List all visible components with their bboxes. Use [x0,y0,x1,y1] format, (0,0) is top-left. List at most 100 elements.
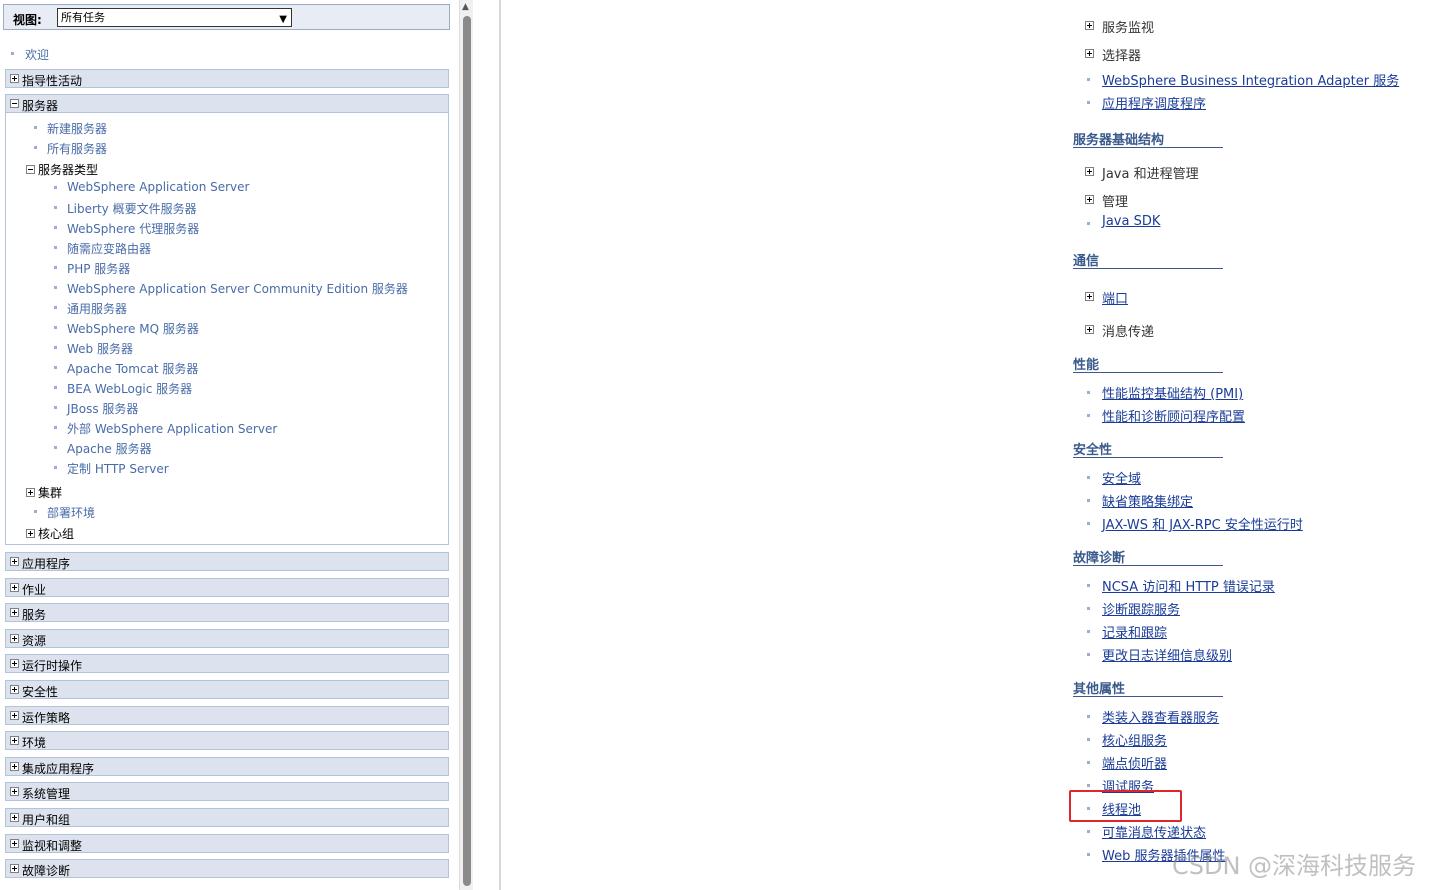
nav-scrollbar-thumb[interactable] [463,16,471,886]
expand-plus-icon[interactable] [1085,195,1094,204]
nav-category[interactable]: 故障诊断 [5,859,449,878]
bullet-icon [54,306,57,309]
nav-category[interactable]: 集成应用程序 [5,757,449,776]
nav-server-type-link[interactable]: BEA WebLogic 服务器 [67,380,192,397]
nav-server-type-link[interactable]: PHP 服务器 [67,260,130,277]
scroll-up-arrow-icon[interactable]: ▲ [462,2,469,12]
category-label: 运作策略 [22,711,71,725]
nav-category[interactable]: 应用程序 [5,552,449,571]
nav-welcome-link[interactable]: 欢迎 [25,46,49,63]
bullet-icon [1087,630,1090,633]
collapse-minus-icon[interactable] [10,99,19,108]
expand-plus-icon[interactable] [10,736,19,745]
view-select[interactable]: 所有任务 ▼ [57,8,292,27]
content-link[interactable]: 安全域 [1102,468,1141,487]
nav-server-type-link[interactable]: WebSphere Application Server Community E… [67,280,408,297]
nav-category[interactable]: 运作策略 [5,706,449,725]
content-expand-item[interactable]: 选择器 [1102,45,1141,64]
content-link[interactable]: 应用程序调度程序 [1102,93,1206,112]
expand-plus-icon[interactable] [26,488,35,497]
expand-plus-icon[interactable] [10,685,19,694]
nav-scrollbar[interactable]: ▲ [459,0,473,890]
nav-server-types-label[interactable]: 服务器类型 [38,161,98,178]
content-link[interactable]: 性能监控基础结构 (PMI) [1102,383,1243,402]
expand-plus-icon[interactable] [10,813,19,822]
content-expand-item[interactable]: 消息传递 [1102,321,1154,340]
bullet-icon [1087,476,1090,479]
expand-plus-icon[interactable] [10,762,19,771]
content-link[interactable]: Java SDK [1102,214,1160,229]
nav-server-type-link[interactable]: 外部 WebSphere Application Server [67,420,277,437]
nav-clusters-label[interactable]: 集群 [38,484,62,501]
content-frame: 服务监视选择器 WebSphere Business Integration Ad… [502,0,1440,890]
expand-plus-icon[interactable] [1085,292,1094,301]
nav-server-type-link[interactable]: WebSphere MQ 服务器 [67,320,199,337]
collapse-minus-icon[interactable] [26,165,35,174]
nav-server-type-link[interactable]: Web 服务器 [67,340,133,357]
expand-plus-icon[interactable] [10,634,19,643]
nav-new-server-link[interactable]: 新建服务器 [47,120,107,137]
expand-plus-icon[interactable] [10,74,19,83]
nav-category-guided-activities[interactable]: 指导性活动 [5,69,449,88]
expand-plus-icon[interactable] [10,583,19,592]
content-link[interactable]: 可靠消息传递状态 [1102,822,1206,841]
content-link[interactable]: JAX-WS 和 JAX-RPC 安全性运行时 [1102,514,1303,533]
content-link[interactable]: 端点侦听器 [1102,753,1167,772]
content-link[interactable]: 缺省策略集绑定 [1102,491,1193,510]
expand-plus-icon[interactable] [1085,167,1094,176]
nav-deployment-env-link[interactable]: 部署环境 [47,504,95,521]
nav-category[interactable]: 监视和调整 [5,834,449,853]
content-expand-item[interactable]: Java 和进程管理 [1102,163,1199,182]
nav-server-type-link[interactable]: Liberty 概要文件服务器 [67,200,197,217]
category-label: 应用程序 [22,557,71,571]
nav-core-groups-label[interactable]: 核心组 [38,525,74,542]
nav-category-servers[interactable]: 服务器 [5,94,449,113]
expand-plus-icon[interactable] [26,529,35,538]
expand-plus-icon[interactable] [10,864,19,873]
nav-category[interactable]: 系统管理 [5,782,449,801]
nav-all-servers-link[interactable]: 所有服务器 [47,140,107,157]
bullet-icon [54,406,57,409]
content-link[interactable]: 记录和跟踪 [1102,622,1167,641]
nav-category[interactable]: 服务 [5,603,449,622]
content-link[interactable]: 诊断跟踪服务 [1102,599,1180,618]
expand-plus-icon[interactable] [10,711,19,720]
nav-category[interactable]: 资源 [5,629,449,648]
nav-server-type-link[interactable]: 定制 HTTP Server [67,460,169,477]
expand-plus-icon[interactable] [10,839,19,848]
content-link[interactable]: 更改日志详细信息级别 [1102,645,1232,664]
frame-divider[interactable] [499,0,501,890]
expand-plus-icon[interactable] [10,608,19,617]
content-link[interactable]: 端口 [1102,288,1128,307]
nav-server-type-link[interactable]: WebSphere 代理服务器 [67,220,199,237]
nav-server-type-link[interactable]: JBoss 服务器 [67,400,138,417]
content-link[interactable]: 类装入器查看器服务 [1102,707,1219,726]
content-expand-item[interactable]: 服务监视 [1102,17,1154,36]
servers-panel: 新建服务器 所有服务器 服务器类型 WebSphere Application … [5,113,449,545]
content-expand-item[interactable]: 管理 [1102,191,1128,210]
nav-category[interactable]: 环境 [5,731,449,750]
content-link[interactable]: NCSA 访问和 HTTP 错误记录 [1102,576,1275,595]
chevron-down-icon: ▼ [279,14,287,25]
bullet-icon [1087,78,1090,81]
content-link[interactable]: 性能和诊断顾问程序配置 [1102,406,1245,425]
content-link[interactable]: 核心组服务 [1102,730,1167,749]
nav-server-type-link[interactable]: WebSphere Application Server [67,180,249,194]
content-link[interactable]: WebSphere Business Integration Adapter 服… [1102,70,1399,89]
expand-plus-icon[interactable] [10,659,19,668]
expand-plus-icon[interactable] [1085,325,1094,334]
expand-plus-icon[interactable] [1085,49,1094,58]
nav-server-type-link[interactable]: 通用服务器 [67,300,127,317]
nav-category[interactable]: 运行时操作 [5,654,449,673]
nav-category[interactable]: 安全性 [5,680,449,699]
expand-plus-icon[interactable] [1085,21,1094,30]
nav-category[interactable]: 用户和组 [5,808,449,827]
nav-category[interactable]: 作业 [5,578,449,597]
nav-server-type-link[interactable]: Apache Tomcat 服务器 [67,360,198,377]
bullet-icon [11,52,14,55]
expand-plus-icon[interactable] [10,557,19,566]
nav-server-type-link[interactable]: 随需应变路由器 [67,240,151,257]
expand-plus-icon[interactable] [10,787,19,796]
nav-server-type-link[interactable]: Apache 服务器 [67,440,152,457]
category-label: 安全性 [22,685,59,699]
